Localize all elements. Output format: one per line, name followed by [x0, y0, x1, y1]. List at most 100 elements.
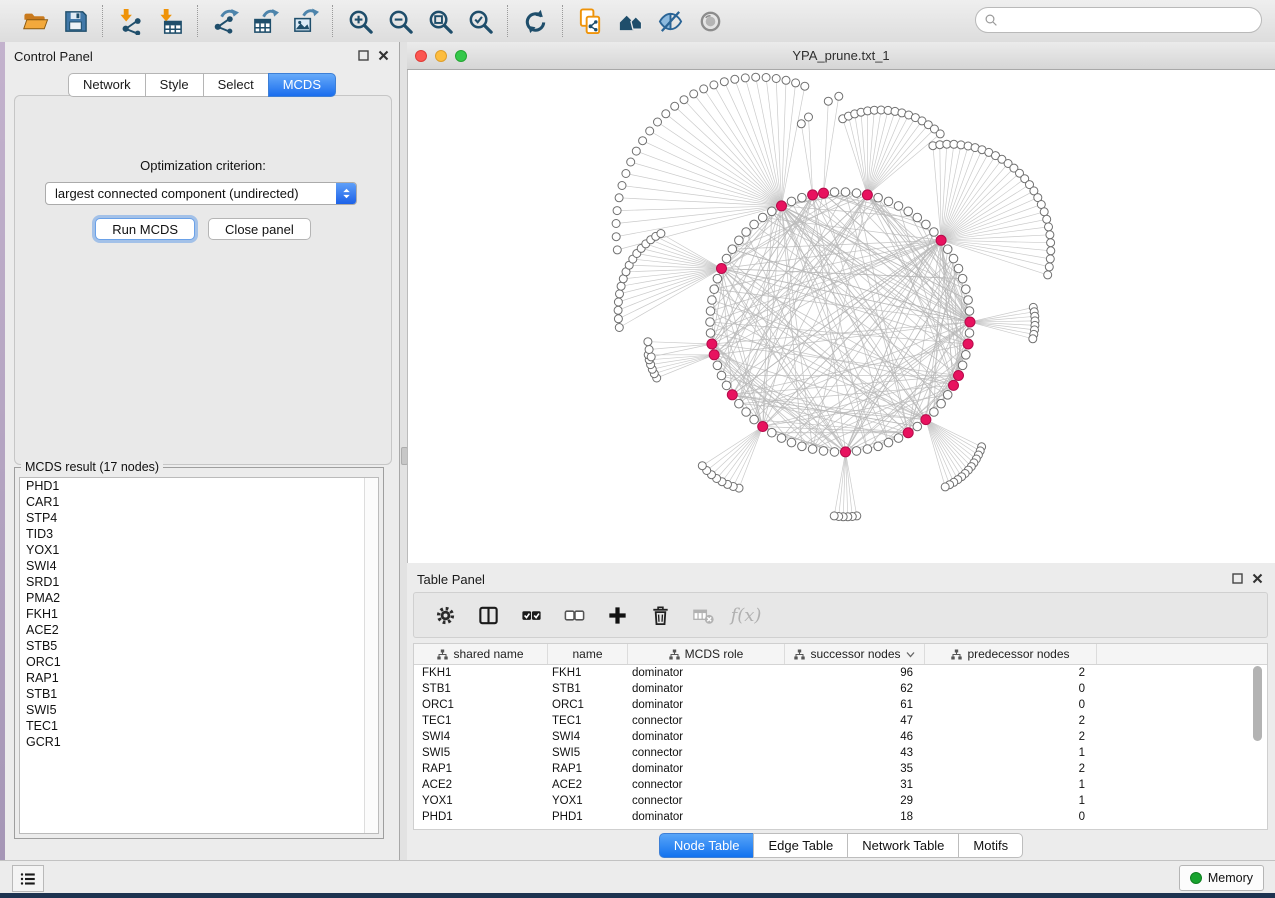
close-table-panel-icon[interactable] — [1252, 573, 1263, 584]
mcds-result-item[interactable]: TEC1 — [20, 718, 378, 734]
show-eye-icon[interactable] — [694, 5, 726, 37]
list-icon — [19, 870, 37, 888]
cell-name: FKH1 — [548, 667, 628, 679]
tab-style[interactable]: Style — [145, 73, 203, 97]
float-table-panel-icon[interactable] — [1232, 573, 1243, 584]
table-row[interactable]: PHD1PHD1dominator180 — [414, 809, 1267, 825]
table-row[interactable]: YOX1YOX1connector291 — [414, 793, 1267, 809]
run-mcds-button[interactable]: Run MCDS — [95, 218, 195, 240]
column-header-successor-nodes[interactable]: successor nodes — [785, 644, 925, 664]
table-row[interactable]: SWI5SWI5connector431 — [414, 745, 1267, 761]
mcds-result-item[interactable]: PHD1 — [20, 478, 378, 494]
search-input[interactable] — [1004, 12, 1261, 29]
mcds-result-item[interactable]: GCR1 — [20, 734, 378, 750]
tab-select[interactable]: Select — [203, 73, 268, 97]
tab-mcds[interactable]: MCDS — [268, 73, 336, 97]
sort-chevron-icon — [906, 651, 915, 658]
tab-network[interactable]: Network — [68, 73, 145, 97]
mcds-result-item[interactable]: PMA2 — [20, 590, 378, 606]
table-row[interactable]: TEC1TEC1connector472 — [414, 713, 1267, 729]
select-all-columns-icon[interactable] — [518, 602, 544, 628]
zoom-fit-icon[interactable] — [424, 5, 456, 37]
mcds-result-item[interactable]: RAP1 — [20, 670, 378, 686]
column-header-MCDS-role[interactable]: MCDS role — [628, 644, 785, 664]
table-settings-icon[interactable] — [432, 602, 458, 628]
cell-name: ACE2 — [548, 779, 628, 791]
show-columns-icon[interactable] — [475, 602, 501, 628]
main-toolbar — [0, 0, 1275, 43]
zoom-in-icon[interactable] — [344, 5, 376, 37]
cell-predecessor_nodes: 2 — [925, 715, 1097, 727]
table-row[interactable]: ACE2ACE2connector311 — [414, 777, 1267, 793]
close-panel-button[interactable]: Close panel — [208, 218, 311, 240]
export-image-icon[interactable] — [289, 5, 321, 37]
memory-label: Memory — [1208, 871, 1253, 885]
cell-successor_nodes: 29 — [785, 795, 925, 807]
cell-name: STB1 — [548, 683, 628, 695]
zoom-selected-icon[interactable] — [464, 5, 496, 37]
export-table-icon[interactable] — [249, 5, 281, 37]
import-network-icon[interactable] — [114, 5, 146, 37]
node-table[interactable]: shared namename MCDS role successor nodesp… — [413, 643, 1268, 830]
mcds-result-item[interactable]: SWI5 — [20, 702, 378, 718]
table-row[interactable]: FKH1FKH1dominator962 — [414, 665, 1267, 681]
search-box[interactable] — [975, 7, 1262, 33]
mcds-result-item[interactable]: STP4 — [20, 510, 378, 526]
criterion-dropdown[interactable]: largest connected component (undirected) — [45, 182, 357, 205]
mcds-result-item[interactable]: ORC1 — [20, 654, 378, 670]
mcds-result-item[interactable]: STB1 — [20, 686, 378, 702]
deselect-all-columns-icon[interactable] — [561, 602, 587, 628]
tab-motifs[interactable]: Motifs — [958, 833, 1023, 858]
mcds-result-item[interactable]: STB5 — [20, 638, 378, 654]
table-row[interactable]: RAP1RAP1dominator352 — [414, 761, 1267, 777]
mcds-list-scrollbar[interactable] — [364, 478, 378, 833]
tab-edge-table[interactable]: Edge Table — [753, 833, 847, 858]
import-table-icon[interactable] — [154, 5, 186, 37]
apply-layout-icon[interactable] — [519, 5, 551, 37]
memory-button[interactable]: Memory — [1179, 865, 1264, 891]
cell-name: TEC1 — [548, 715, 628, 727]
mcds-result-item[interactable]: SWI4 — [20, 558, 378, 574]
tab-network-table[interactable]: Network Table — [847, 833, 958, 858]
cell-shared_name: SWI5 — [414, 747, 548, 759]
hide-toggle-icon[interactable] — [654, 5, 686, 37]
table-row[interactable]: STB1STB1dominator620 — [414, 681, 1267, 697]
zoom-out-icon[interactable] — [384, 5, 416, 37]
mcds-result-list[interactable]: PHD1CAR1STP4TID3YOX1SWI4SRD1PMA2FKH1ACE2… — [19, 477, 379, 834]
task-history-button[interactable] — [12, 865, 44, 892]
panel-splitter[interactable] — [400, 42, 407, 860]
delete-table-icon — [690, 602, 716, 628]
mcds-result-item[interactable]: CAR1 — [20, 494, 378, 510]
function-builder-label: f(x) — [731, 605, 762, 626]
create-column-icon[interactable] — [604, 602, 630, 628]
mcds-result-item[interactable]: ACE2 — [20, 622, 378, 638]
mcds-result-item[interactable]: YOX1 — [20, 542, 378, 558]
cell-successor_nodes: 43 — [785, 747, 925, 759]
network-graph[interactable] — [408, 70, 1275, 563]
control-panel-title: Control Panel — [14, 49, 93, 64]
mcds-result-item[interactable]: FKH1 — [20, 606, 378, 622]
cell-successor_nodes: 35 — [785, 763, 925, 775]
column-header-name[interactable]: name — [548, 644, 628, 664]
table-scrollbar[interactable] — [1253, 666, 1262, 741]
float-panel-icon[interactable] — [358, 50, 369, 61]
column-header-label: MCDS role — [685, 647, 744, 661]
tab-node-table[interactable]: Node Table — [659, 833, 754, 858]
open-file-icon[interactable] — [19, 5, 51, 37]
mcds-result-item[interactable]: SRD1 — [20, 574, 378, 590]
mcds-result-item[interactable]: TID3 — [20, 526, 378, 542]
close-panel-icon[interactable] — [378, 50, 389, 61]
home-neighborhood-icon[interactable] — [614, 5, 646, 37]
network-document-icon[interactable] — [574, 5, 606, 37]
save-session-icon[interactable] — [59, 5, 91, 37]
network-canvas[interactable] — [407, 70, 1275, 563]
export-network-icon[interactable] — [209, 5, 241, 37]
table-row[interactable]: SWI4SWI4dominator462 — [414, 729, 1267, 745]
delete-column-icon[interactable] — [647, 602, 673, 628]
cell-predecessor_nodes: 0 — [925, 699, 1097, 711]
column-header-predecessor-nodes[interactable]: predecessor nodes — [925, 644, 1097, 664]
cell-successor_nodes: 96 — [785, 667, 925, 679]
column-header-shared-name[interactable]: shared name — [414, 644, 548, 664]
cell-shared_name: ORC1 — [414, 699, 548, 711]
table-row[interactable]: ORC1ORC1dominator610 — [414, 697, 1267, 713]
